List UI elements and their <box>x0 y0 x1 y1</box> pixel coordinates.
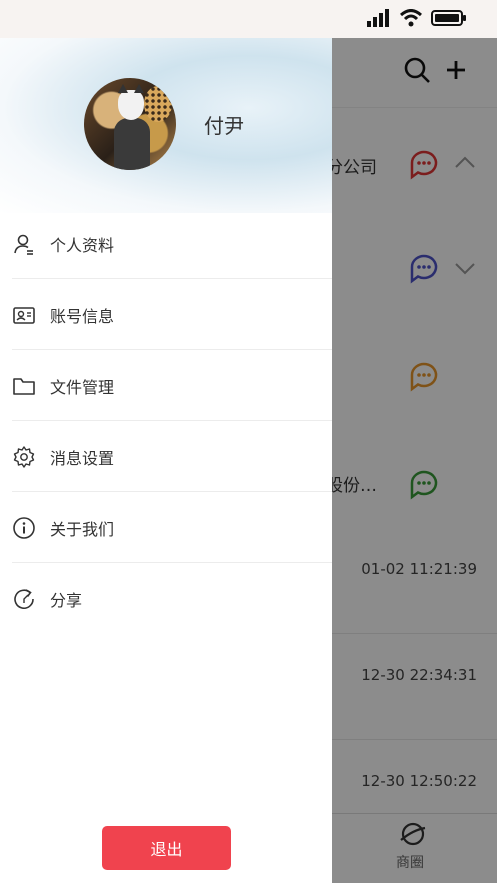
folder-icon <box>13 377 35 395</box>
user-icon <box>14 234 33 255</box>
menu-item-label: 关于我们 <box>50 519 115 539</box>
signal-icon <box>367 9 389 27</box>
menu-item-about[interactable]: 关于我们 <box>0 492 332 563</box>
avatar[interactable] <box>84 78 176 170</box>
menu-item-label: 账号信息 <box>50 306 115 326</box>
menu-item-share[interactable]: 分享 <box>0 563 332 634</box>
menu-item-files[interactable]: 文件管理 <box>0 350 332 421</box>
battery-icon <box>431 10 466 26</box>
menu-item-message-settings[interactable]: 消息设置 <box>0 421 332 492</box>
id-card-icon <box>13 306 35 324</box>
drawer-menu: 个人资料 账号信息 文件管理 消息设置 关于我们 分享 <box>0 208 332 634</box>
info-icon <box>13 516 35 539</box>
menu-item-label: 文件管理 <box>50 377 115 397</box>
drawer-header: 付尹 <box>0 38 332 213</box>
wifi-icon <box>399 9 423 27</box>
status-bar <box>0 0 497 38</box>
menu-item-label: 消息设置 <box>50 448 115 468</box>
drawer-overlay[interactable] <box>332 38 497 883</box>
side-drawer: 付尹 个人资料 账号信息 文件管理 消息设置 关于我们 分享 退出 <box>0 38 332 883</box>
share-icon <box>14 588 34 609</box>
gear-icon <box>13 445 35 468</box>
menu-item-account[interactable]: 账号信息 <box>0 279 332 350</box>
menu-item-label: 分享 <box>50 590 83 610</box>
logout-button[interactable]: 退出 <box>102 826 231 870</box>
menu-item-label: 个人资料 <box>50 235 115 255</box>
user-name: 付尹 <box>204 114 244 138</box>
menu-item-profile[interactable]: 个人资料 <box>0 208 332 279</box>
